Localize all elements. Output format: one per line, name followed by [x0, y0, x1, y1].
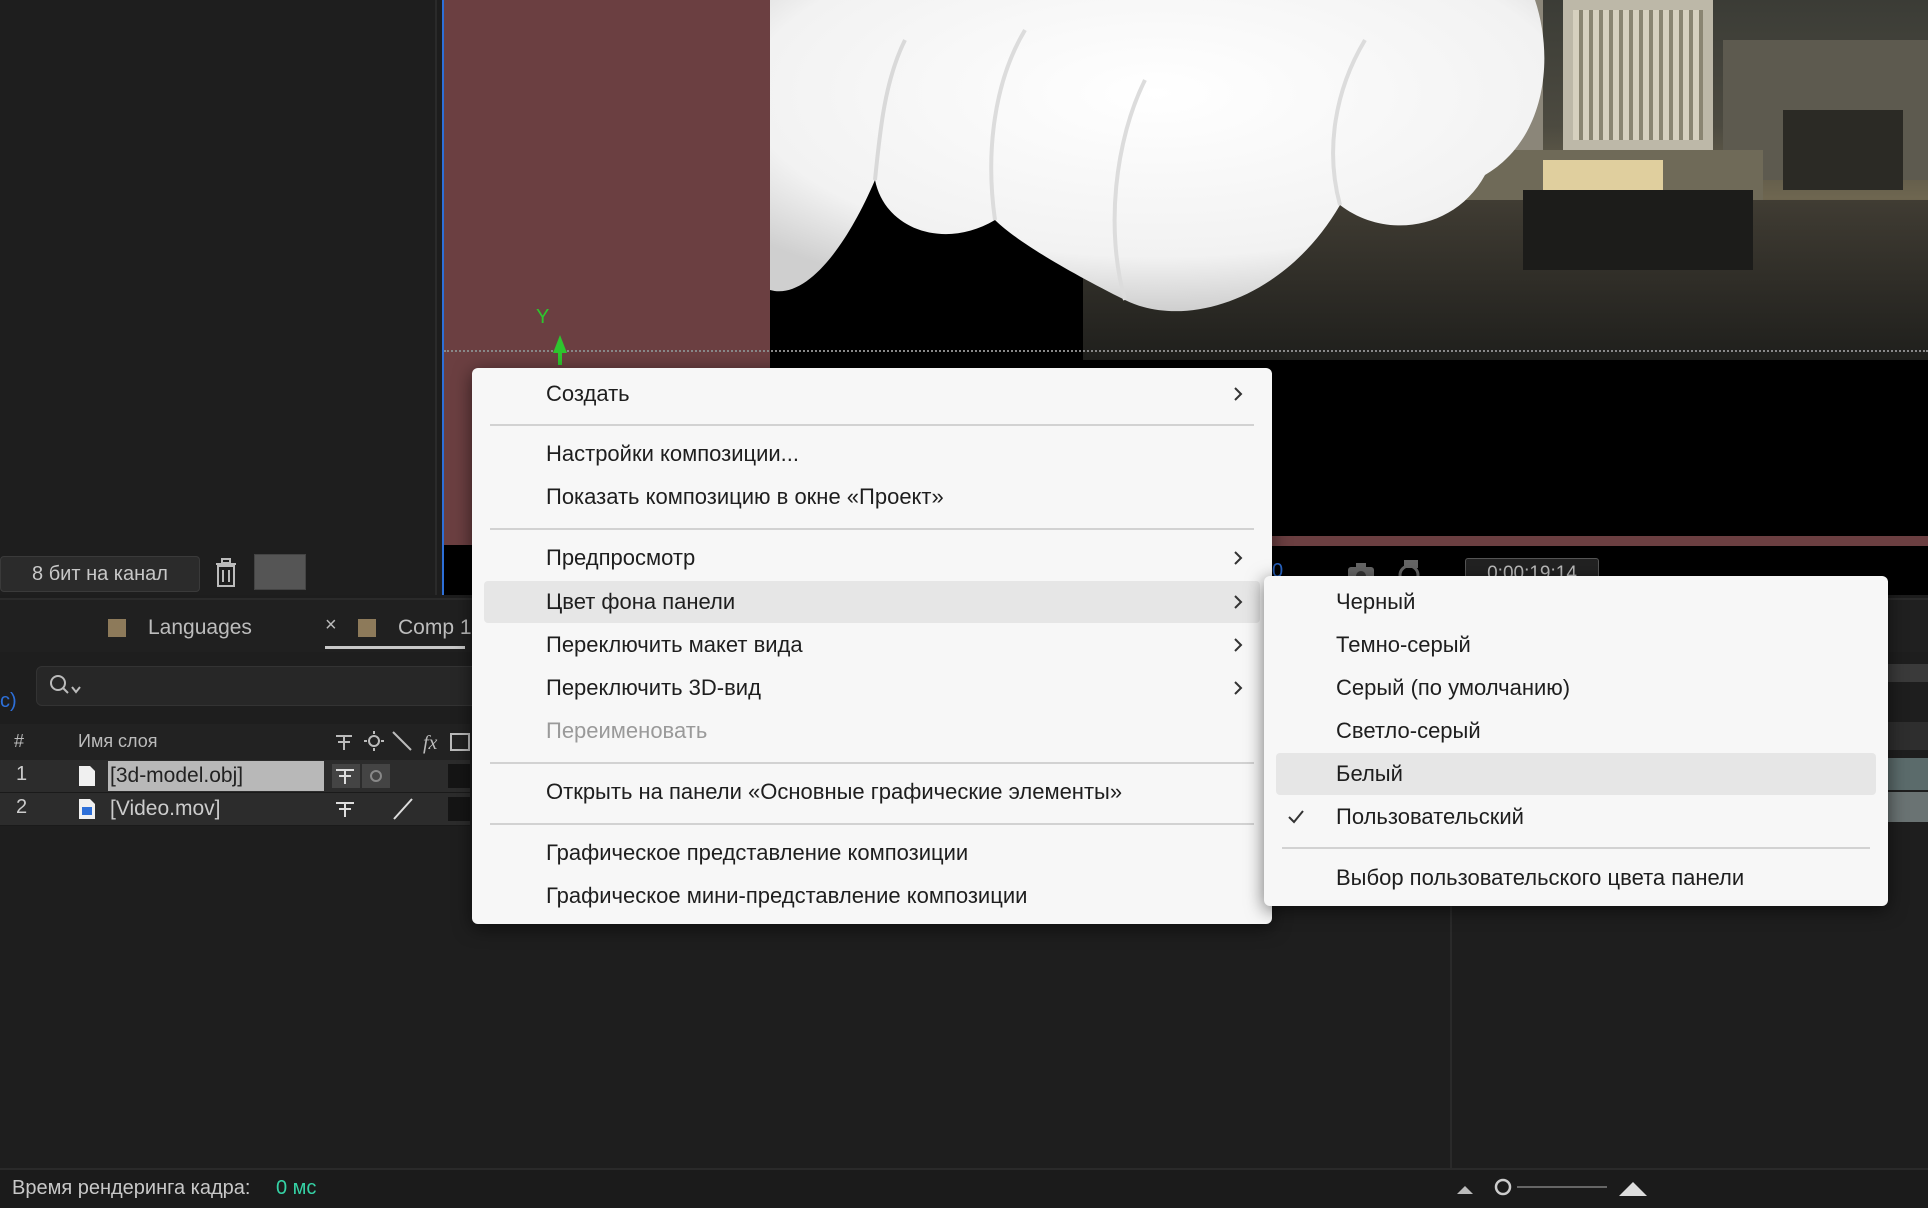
render-time-value: 0 мс	[276, 1177, 317, 1199]
tab-languages[interactable]: Languages	[148, 612, 252, 644]
menu-item-preview[interactable]: Предпросмотр	[546, 538, 695, 578]
layer-switch-icons[interactable]	[332, 797, 422, 821]
menu-item-panel-background-color[interactable]: Цвет фона панели	[546, 582, 735, 622]
chevron-right-icon	[1234, 551, 1243, 565]
submenu-item-dark-gray[interactable]: Темно-серый	[1336, 625, 1471, 665]
search-icon[interactable]	[48, 673, 84, 699]
video-file-icon	[79, 799, 95, 819]
submenu-item-gray-default[interactable]: Серый (по умолчанию)	[1336, 668, 1570, 708]
y-axis-label: Y	[536, 306, 550, 328]
menu-item-switch-view-layout[interactable]: Переключить макет вида	[546, 625, 803, 665]
close-tab-icon[interactable]: ×	[325, 614, 337, 637]
panel-color-submenu: Черный Темно-серый Серый (по умолчанию) …	[1264, 576, 1888, 906]
column-layer-name-header[interactable]: Имя слоя	[78, 731, 158, 752]
submenu-item-custom[interactable]: Пользовательский	[1336, 797, 1524, 837]
tab-color-label-icon	[358, 619, 376, 637]
layer-switch-box[interactable]	[448, 797, 470, 821]
layer-switch-icons[interactable]	[332, 764, 392, 788]
tab-color-label-icon	[108, 619, 126, 637]
menu-item-rename: Переименовать	[546, 718, 708, 743]
submenu-item-black[interactable]: Черный	[1336, 582, 1415, 622]
submenu-item-light-gray[interactable]: Светло-серый	[1336, 711, 1481, 751]
render-time-label: Время рендеринга кадра:	[12, 1177, 251, 1199]
file-icon	[79, 766, 95, 786]
chevron-right-icon	[1234, 387, 1243, 401]
viewer-background-strip	[1270, 536, 1928, 546]
chevron-right-icon	[1234, 638, 1243, 652]
color-swatch[interactable]	[254, 554, 306, 590]
layer-name[interactable]: [Video.mov]	[108, 794, 324, 824]
chevron-right-icon	[1234, 595, 1243, 609]
y-axis-arrow-icon[interactable]	[553, 335, 567, 365]
chevron-right-icon	[1234, 681, 1243, 695]
bit-depth-button[interactable]: 8 бит на канал	[0, 556, 200, 592]
svg-text:fx: fx	[423, 732, 438, 754]
layer-row[interactable]: 2 [Video.mov]	[0, 793, 470, 826]
tab-comp-1[interactable]: Comp 1	[398, 612, 472, 644]
layer-row[interactable]: 1 [3d-model.obj]	[0, 760, 470, 793]
zoom-slider[interactable]	[1455, 1176, 1655, 1198]
menu-separator	[490, 823, 1254, 825]
menu-item-composition-flowchart[interactable]: Графическое представление композиции	[546, 833, 968, 873]
context-menu: Создать Настройки композиции... Показать…	[472, 368, 1272, 924]
viewer-guide-line	[444, 350, 1928, 352]
menu-separator	[490, 528, 1254, 530]
menu-separator	[490, 762, 1254, 764]
layer-search-input[interactable]	[36, 666, 478, 706]
layer-number: 2	[16, 796, 28, 818]
menu-item-switch-3d-view[interactable]: Переключить 3D-вид	[546, 668, 761, 708]
menu-item-composition-mini-flowchart[interactable]: Графическое мини-представление композици…	[546, 876, 1027, 916]
layer-number: 1	[16, 763, 28, 785]
switch-column-icons: fx	[336, 731, 470, 754]
trash-icon[interactable]	[213, 558, 239, 588]
menu-item-composition-settings[interactable]: Настройки композиции...	[546, 434, 799, 474]
project-panel	[0, 0, 437, 595]
layer-switch-box[interactable]	[448, 764, 470, 788]
menu-item-create[interactable]: Создать	[546, 374, 630, 414]
menu-item-open-essential-graphics[interactable]: Открыть на панели «Основные графические …	[546, 772, 1122, 812]
column-number-header[interactable]: #	[14, 731, 24, 752]
3d-model-cloud	[770, 0, 1545, 312]
checkmark-icon	[1288, 810, 1304, 824]
active-tab-indicator	[325, 646, 465, 649]
submenu-item-choose-custom-color[interactable]: Выбор пользовательского цвета панели	[1336, 858, 1744, 898]
submenu-separator	[1282, 847, 1870, 849]
menu-separator	[490, 424, 1254, 426]
menu-item-reveal-in-project[interactable]: Показать композицию в окне «Проект»	[546, 477, 944, 517]
layer-name[interactable]: [3d-model.obj]	[108, 761, 324, 791]
timeline-left-fragment[interactable]: c)	[0, 690, 17, 713]
submenu-item-white[interactable]: Белый	[1336, 754, 1403, 794]
